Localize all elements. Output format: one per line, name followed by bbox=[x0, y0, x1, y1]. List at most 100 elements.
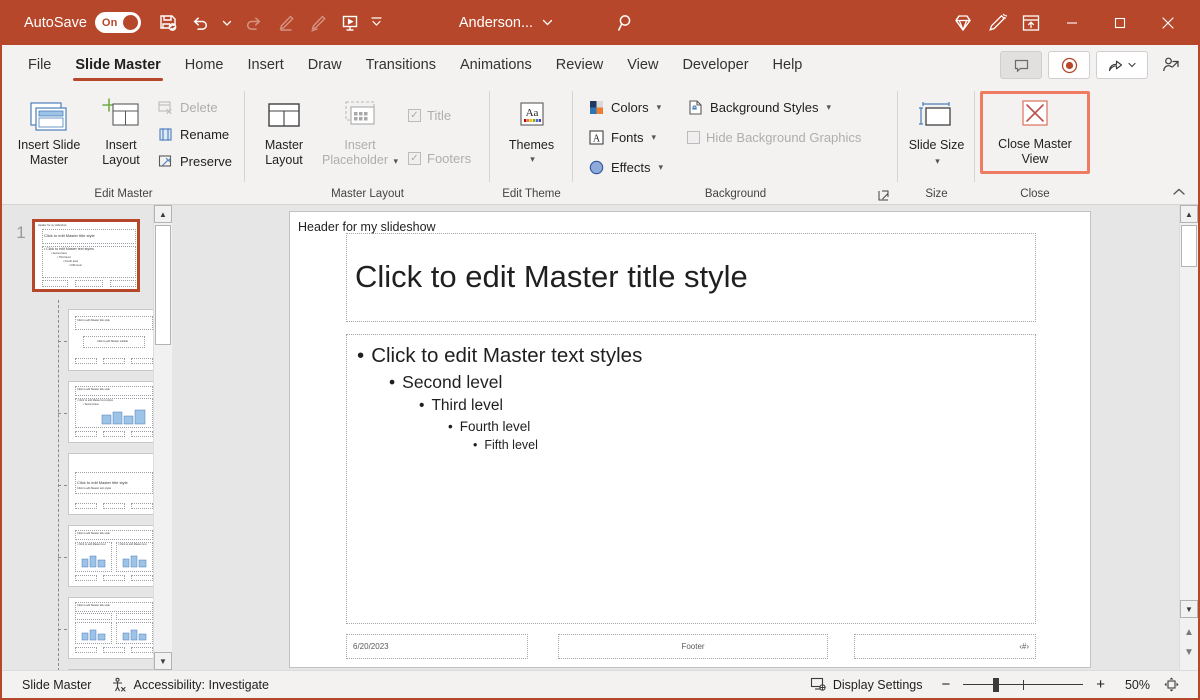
customize-qat-icon[interactable] bbox=[367, 8, 387, 38]
body-level-3: • Third level bbox=[347, 397, 1035, 415]
record-button[interactable] bbox=[1048, 51, 1090, 79]
thumbnail-row-layout-3[interactable]: Click to edit Master title style Click t… bbox=[58, 453, 158, 515]
body-level-5: • Fifth level bbox=[347, 438, 1035, 452]
quick-access-toolbar bbox=[153, 8, 387, 38]
layout-thumbnail-title-slide[interactable]: Click to edit Master title style Click t… bbox=[68, 309, 158, 371]
button-label: Colors bbox=[611, 100, 649, 115]
search-icon[interactable] bbox=[612, 8, 642, 38]
previous-slide-button[interactable]: ▲ bbox=[1180, 622, 1198, 642]
tab-help[interactable]: Help bbox=[761, 45, 815, 85]
thumbnail-row-layout-5[interactable]: Click to edit Master title style bbox=[58, 597, 158, 659]
zoom-out-button[interactable]: − bbox=[937, 676, 954, 693]
thumbnail-row-layout-4[interactable]: Click to edit Master title style • Click… bbox=[58, 525, 158, 587]
tab-slide-master[interactable]: Slide Master bbox=[63, 45, 172, 85]
tab-home[interactable]: Home bbox=[173, 45, 236, 85]
ribbon-group-edit-master: Insert Slide Master Insert Layout bbox=[2, 85, 245, 204]
thumbnail-row-layout-1[interactable]: Click to edit Master title style Click t… bbox=[58, 309, 158, 371]
tab-animations[interactable]: Animations bbox=[448, 45, 544, 85]
display-settings-button[interactable]: Display Settings bbox=[804, 676, 929, 693]
start-slideshow-icon[interactable] bbox=[335, 8, 365, 38]
background-styles-button[interactable]: Background Styles ▾ bbox=[682, 95, 866, 120]
record-icon bbox=[1060, 56, 1079, 75]
preserve-button[interactable]: Preserve bbox=[152, 149, 237, 174]
minimize-button[interactable] bbox=[1050, 3, 1094, 43]
body-placeholder[interactable]: • Click to edit Master text styles • Sec… bbox=[346, 334, 1036, 624]
scroll-down-button[interactable]: ▼ bbox=[1180, 600, 1198, 618]
date-placeholder[interactable]: 6/20/2023 bbox=[346, 634, 528, 659]
tab-insert[interactable]: Insert bbox=[235, 45, 295, 85]
thumbnail-scrollbar[interactable]: ▲ ▼ bbox=[153, 205, 172, 670]
thumbnail-row-master[interactable]: 1 Header for my slideshow Click to edit … bbox=[10, 219, 140, 292]
button-label: Rename bbox=[180, 127, 229, 142]
layout-thumbnail-comparison[interactable]: Click to edit Master title style bbox=[68, 597, 158, 659]
tab-transitions[interactable]: Transitions bbox=[354, 45, 448, 85]
view-name-text: Slide Master bbox=[22, 678, 91, 692]
group-label: Size bbox=[898, 184, 975, 204]
insert-slide-master-button[interactable]: Insert Slide Master bbox=[8, 89, 90, 168]
undo-dropdown-icon[interactable] bbox=[217, 8, 237, 38]
close-button[interactable] bbox=[1146, 3, 1190, 43]
thumbnail-row-layout-6[interactable] bbox=[58, 669, 158, 670]
checkbox-label: Hide Background Graphics bbox=[706, 130, 861, 145]
fonts-button[interactable]: A Fonts ▾ bbox=[583, 125, 668, 150]
slide-header-text[interactable]: Header for my slideshow bbox=[298, 220, 436, 234]
colors-button[interactable]: Colors ▾ bbox=[583, 95, 668, 120]
layout-thumbnail-two-content[interactable]: Click to edit Master title style • Click… bbox=[68, 525, 158, 587]
tab-developer[interactable]: Developer bbox=[670, 45, 760, 85]
slider-handle[interactable] bbox=[993, 678, 999, 692]
fit-to-window-icon bbox=[1163, 676, 1180, 693]
rename-button[interactable]: Rename bbox=[152, 122, 237, 147]
comments-button[interactable] bbox=[1000, 51, 1042, 79]
layout-thumbnail-title-and-content[interactable]: Click to edit Master title style • Click… bbox=[68, 381, 158, 443]
scrollbar-thumb[interactable] bbox=[1181, 225, 1197, 267]
zoom-in-button[interactable]: + bbox=[1092, 676, 1109, 693]
layout-thumbnail-section-header[interactable]: Click to edit Master title style Click t… bbox=[68, 453, 158, 515]
button-label: Effects bbox=[611, 160, 651, 175]
scroll-down-button[interactable]: ▼ bbox=[154, 652, 172, 670]
slide-number-placeholder[interactable]: ‹#› bbox=[854, 634, 1036, 659]
zoom-level-label[interactable]: 50% bbox=[1118, 678, 1150, 692]
maximize-button[interactable] bbox=[1098, 3, 1142, 43]
undo-icon[interactable] bbox=[185, 8, 215, 38]
insert-layout-button[interactable]: Insert Layout bbox=[90, 89, 152, 168]
footer-placeholder[interactable]: Footer bbox=[558, 634, 828, 659]
bullet-icon: • bbox=[473, 438, 477, 452]
title-placeholder-text: Click to edit Master title style bbox=[355, 260, 748, 294]
next-slide-button[interactable]: ▼ bbox=[1180, 642, 1198, 662]
layout-thumbnail-partial[interactable] bbox=[68, 669, 158, 670]
title-placeholder[interactable]: Click to edit Master title style bbox=[346, 233, 1036, 322]
scroll-up-button[interactable]: ▲ bbox=[154, 205, 172, 223]
designer-pen-icon[interactable] bbox=[982, 8, 1012, 38]
collapse-ribbon-button[interactable] bbox=[1166, 182, 1192, 202]
account-menu[interactable]: Anderson... bbox=[459, 15, 554, 31]
catch-up-button[interactable] bbox=[1154, 51, 1188, 79]
tab-view[interactable]: View bbox=[615, 45, 670, 85]
close-master-view-button[interactable]: Close Master View bbox=[987, 96, 1083, 167]
diamond-premium-icon[interactable] bbox=[948, 8, 978, 38]
close-master-view-highlight: Close Master View bbox=[980, 91, 1090, 174]
share-button[interactable] bbox=[1096, 51, 1148, 79]
tab-review[interactable]: Review bbox=[544, 45, 616, 85]
master-layout-button[interactable]: Master Layout bbox=[251, 89, 317, 168]
tab-file[interactable]: File bbox=[16, 45, 63, 85]
scroll-up-button[interactable]: ▲ bbox=[1180, 205, 1198, 223]
group-label: Master Layout bbox=[245, 184, 490, 204]
fit-to-window-button[interactable] bbox=[1159, 676, 1184, 693]
thumbnail-row-layout-2[interactable]: Click to edit Master title style • Click… bbox=[58, 381, 158, 443]
effects-button[interactable]: Effects ▾ bbox=[583, 155, 668, 180]
ribbon-display-options-icon[interactable] bbox=[1016, 8, 1046, 38]
canvas-scrollbar[interactable]: ▲ ▼ ▲ ▼ bbox=[1179, 205, 1198, 670]
zoom-slider[interactable] bbox=[963, 678, 1083, 692]
save-icon[interactable] bbox=[153, 8, 183, 38]
themes-button[interactable]: Aa Themes ▾ bbox=[496, 89, 567, 165]
slide-size-button[interactable]: Slide Size ▾ bbox=[904, 89, 969, 169]
accessibility-status[interactable]: Accessibility: Investigate bbox=[101, 677, 278, 693]
tab-draw[interactable]: Draw bbox=[296, 45, 354, 85]
scrollbar-thumb[interactable] bbox=[155, 225, 171, 345]
connector-stub bbox=[58, 413, 67, 414]
slide-master-thumbnail[interactable]: Header for my slideshow Click to edit Ma… bbox=[32, 219, 140, 292]
slide-thumbnail-pane[interactable]: 1 Header for my slideshow Click to edit … bbox=[2, 205, 172, 670]
background-dialog-launcher[interactable] bbox=[876, 188, 890, 202]
slide-master-canvas[interactable]: Header for my slideshow Click to edit Ma… bbox=[290, 212, 1090, 667]
autosave-toggle[interactable]: On bbox=[95, 12, 141, 33]
